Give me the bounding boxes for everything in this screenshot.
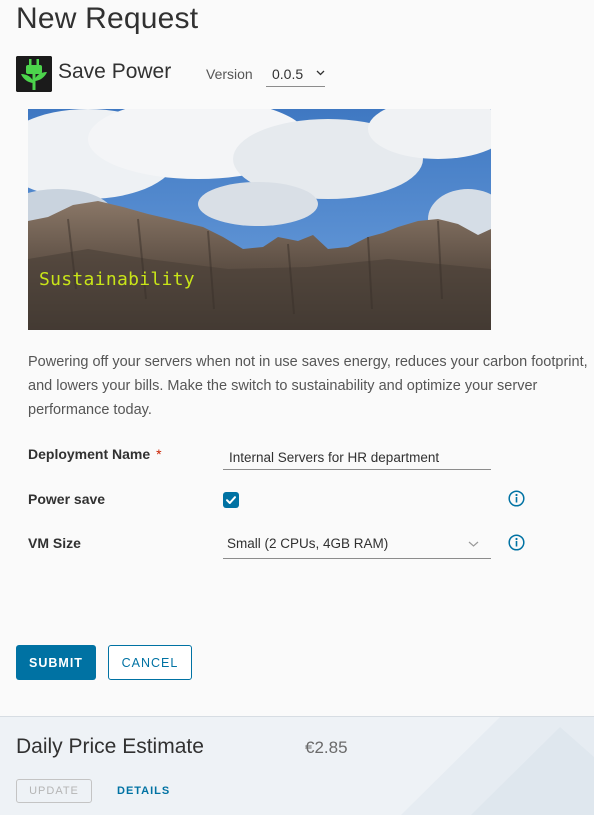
power-save-checkbox[interactable] <box>223 492 239 508</box>
info-icon[interactable] <box>508 490 525 507</box>
chevron-down-icon <box>316 66 325 82</box>
deployment-name-label: Deployment Name * <box>28 446 162 462</box>
chevron-down-icon <box>468 537 479 552</box>
hero-image: Sustainability <box>28 109 491 330</box>
deployment-name-row: Deployment Name * <box>28 440 528 470</box>
version-select[interactable]: 0.0.5 <box>266 61 325 87</box>
vm-size-row: VM Size Small (2 CPUs, 4GB RAM) <box>28 529 528 559</box>
estimate-value: €2.85 <box>305 738 348 757</box>
version-value: 0.0.5 <box>272 66 304 82</box>
price-estimate-panel: Daily Price Estimate €2.85 UPDATE DETAIL… <box>0 716 594 815</box>
version-label: Version <box>206 66 253 82</box>
hero-caption: Sustainability <box>39 269 195 290</box>
submit-button[interactable]: SUBMIT <box>16 645 96 680</box>
vm-size-select[interactable]: Small (2 CPUs, 4GB RAM) <box>223 529 491 559</box>
check-icon <box>226 496 236 504</box>
info-icon[interactable] <box>508 534 525 551</box>
cancel-button[interactable]: CANCEL <box>108 645 192 680</box>
app-title: Save Power <box>58 60 172 83</box>
required-marker: * <box>156 446 162 462</box>
details-link[interactable]: DETAILS <box>117 785 170 797</box>
power-save-row: Power save <box>28 485 528 515</box>
update-button[interactable]: UPDATE <box>16 779 92 803</box>
power-save-label: Power save <box>28 491 106 507</box>
vm-size-label: VM Size <box>28 535 81 551</box>
description: Powering off your servers when not in us… <box>28 354 588 418</box>
estimate-title: Daily Price Estimate <box>16 735 204 758</box>
deployment-name-input[interactable] <box>223 440 491 470</box>
page-title: New Request <box>16 2 199 35</box>
app-header: Save Power Version 0.0.5 <box>16 55 576 93</box>
plug-leaf-icon <box>16 56 52 92</box>
vm-size-value: Small (2 CPUs, 4GB RAM) <box>227 536 389 551</box>
